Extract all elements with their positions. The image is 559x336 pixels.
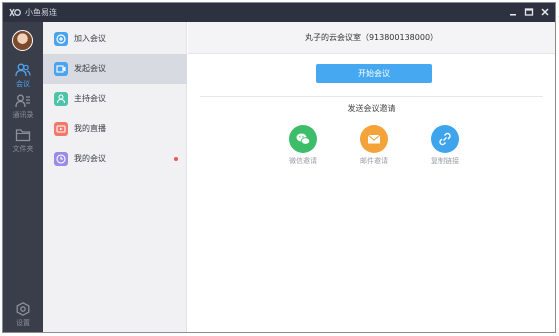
maximize-icon (524, 8, 534, 16)
wechat-invite-button[interactable]: 微信邀请 (278, 125, 328, 170)
minimize-icon (510, 14, 516, 16)
share-label: 复制链接 (431, 157, 459, 165)
rail-item-files[interactable]: 文件夹 (3, 126, 43, 160)
meeting-sidebar: 加入会议 发起会议 主持会议 我的直播 我的会议 (43, 22, 187, 332)
invite-title: 发送会议邀请 (347, 104, 396, 113)
nav-rail: 会议 通讯录 文件夹 设置 (3, 22, 43, 332)
minimize-button[interactable] (507, 6, 519, 18)
rail-item-settings[interactable]: 设置 (3, 300, 43, 332)
notification-dot (174, 157, 178, 161)
copy-link-button[interactable]: 复制链接 (420, 125, 470, 170)
sidebar-item-label: 我的直播 (74, 124, 106, 133)
live-icon (54, 122, 68, 136)
start-meeting-button[interactable]: 开始会议 (316, 64, 432, 83)
sidebar-item-start-meeting[interactable]: 发起会议 (43, 54, 187, 84)
maximize-button[interactable] (523, 6, 535, 18)
title-bar: 小鱼易连 (3, 3, 555, 22)
join-meeting-icon (54, 32, 68, 46)
start-meeting-icon (54, 62, 68, 76)
rail-item-label: 会议 (16, 80, 30, 88)
close-icon (541, 8, 549, 16)
gear-icon (16, 302, 30, 316)
rail-item-label: 设置 (16, 319, 30, 327)
contacts-icon (15, 94, 30, 108)
sidebar-item-label: 加入会议 (74, 34, 106, 43)
room-header: 丸子的云会议室（913800138000） (188, 22, 555, 54)
rail-item-label: 通讯录 (12, 111, 34, 119)
sidebar-item-my-meetings[interactable]: 我的会议 (43, 144, 187, 174)
app-logo-icon (9, 8, 21, 17)
people-icon (15, 63, 31, 77)
link-icon (431, 125, 459, 153)
app-window: 小鱼易连 会议 通讯录 文件夹 设置 加入会议 发起会议 主持会议 我的直播 我… (2, 2, 556, 333)
rail-item-label: 文件夹 (12, 145, 34, 153)
share-label: 邮件邀请 (360, 157, 388, 165)
mail-invite-button[interactable]: 邮件邀请 (349, 125, 399, 170)
main-panel: 丸子的云会议室（913800138000） 开始会议 发送会议邀请 微信邀请 邮… (188, 22, 555, 332)
share-label: 微信邀请 (289, 157, 317, 165)
host-meeting-icon (54, 92, 68, 106)
avatar[interactable] (12, 30, 33, 51)
app-title: 小鱼易连 (25, 8, 57, 17)
rail-item-contacts[interactable]: 通讯录 (3, 92, 43, 126)
sidebar-item-my-live[interactable]: 我的直播 (43, 114, 187, 144)
close-button[interactable] (539, 6, 551, 18)
folder-icon (15, 129, 31, 142)
wechat-icon (289, 125, 317, 153)
sidebar-item-host-meeting[interactable]: 主持会议 (43, 84, 187, 114)
mail-icon (360, 125, 388, 153)
room-title: 丸子的云会议室（913800138000） (304, 33, 439, 42)
sidebar-item-label: 发起会议 (74, 64, 106, 73)
divider (200, 96, 543, 97)
sidebar-item-label: 我的会议 (74, 154, 106, 163)
rail-item-meeting[interactable]: 会议 (3, 61, 43, 95)
sidebar-item-label: 主持会议 (74, 94, 106, 103)
sidebar-item-join-meeting[interactable]: 加入会议 (43, 24, 187, 54)
my-meetings-icon (54, 152, 68, 166)
